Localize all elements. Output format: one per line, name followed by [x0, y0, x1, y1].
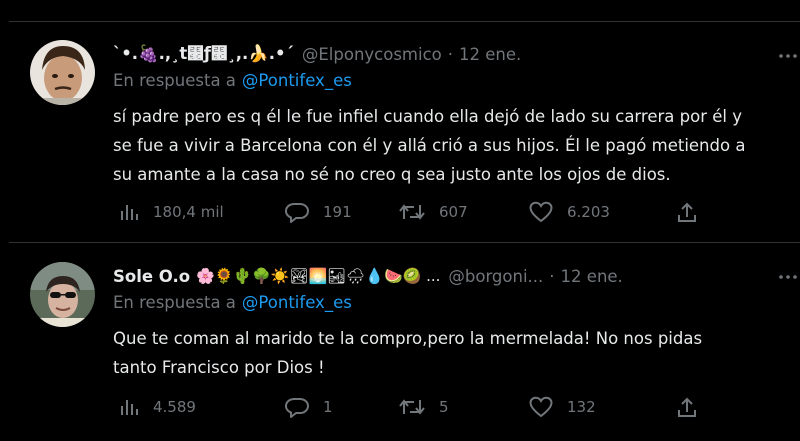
analytics-icon [121, 400, 138, 415]
tweet-date[interactable]: 12 ene. [561, 267, 623, 286]
tweet-text: sí padre pero es q él le fue infiel cuan… [113, 102, 800, 189]
retweets-count: 5 [439, 398, 449, 416]
reply-icon [285, 202, 309, 223]
views-button[interactable]: 4.589 [119, 394, 196, 420]
reply-context: En respuesta a @Pontifex_es [113, 71, 352, 90]
heart-icon [529, 396, 553, 418]
tweet[interactable]: `•.🍇.,¸t⹬ƒ⹬¸,.🍌.•´ @Elponycosmico · 12 e… [9, 22, 800, 242]
user-handle[interactable]: @Elponycosmico [302, 45, 442, 64]
avatar[interactable] [30, 40, 95, 105]
reply-context: En respuesta a @Pontifex_es [113, 293, 352, 312]
separator-dot: · [549, 266, 555, 286]
separator-dot: · [447, 44, 453, 64]
reply-button[interactable]: 191 [285, 199, 352, 225]
more-options-button[interactable] [778, 267, 798, 292]
display-name-emojis: 🌸🌻🌵🌳☀️🏞🌅🏜🌧💧🍉🥝 ... [196, 267, 441, 285]
tweet-text: Que te coman al marido te la compro,pero… [113, 324, 800, 382]
retweets-count: 607 [439, 203, 468, 221]
retweet-icon [399, 204, 425, 220]
tweet-header: Sole O.o 🌸🌻🌵🌳☀️🏞🌅🏜🌧💧🍉🥝 ... @borgoni... ·… [113, 263, 800, 289]
like-button[interactable]: 132 [529, 394, 596, 420]
retweet-icon [399, 399, 425, 415]
tweet[interactable]: Sole O.o 🌸🌻🌵🌳☀️🏞🌅🏜🌧💧🍉🥝 ... @borgoni... ·… [9, 243, 800, 441]
share-button[interactable] [677, 394, 697, 420]
tweet-actions: 4.589 1 5 132 [113, 394, 800, 420]
avatar[interactable] [30, 262, 95, 327]
reply-button[interactable]: 1 [285, 394, 333, 420]
replies-count: 1 [323, 398, 333, 416]
display-name[interactable]: Sole O.o [113, 267, 190, 286]
analytics-icon [121, 205, 138, 220]
tweet-text-line: Que te coman al marido te la compro,pero… [113, 329, 703, 348]
share-button[interactable] [677, 199, 697, 225]
tweet-header: `•.🍇.,¸t⹬ƒ⹬¸,.🍌.•´ @Elponycosmico · 12 e… [113, 41, 800, 67]
tweet-text-line: sí padre pero es q él le fue infiel cuan… [113, 107, 742, 126]
tweet-actions: 180,4 mil 191 607 6.203 [113, 199, 800, 225]
tweet-date[interactable]: 12 ene. [459, 45, 521, 64]
reply-mention-link[interactable]: @Pontifex_es [242, 71, 352, 90]
views-count: 180,4 mil [153, 203, 224, 221]
like-button[interactable]: 6.203 [529, 199, 610, 225]
share-icon [678, 397, 696, 417]
tweet-text-line: se fue a vivir a Barcelona con él y allá… [113, 136, 746, 155]
more-dots-icon [779, 54, 797, 58]
more-dots-icon [779, 275, 797, 279]
reply-mention-link[interactable]: @Pontifex_es [242, 293, 352, 312]
reply-prefix: En respuesta a [113, 71, 236, 90]
likes-count: 6.203 [567, 203, 610, 221]
reply-icon [285, 397, 309, 418]
views-button[interactable]: 180,4 mil [119, 199, 224, 225]
replies-count: 191 [323, 203, 352, 221]
share-icon [678, 202, 696, 222]
tweet-text-line: su amante a la casa no sé no creo q sea … [113, 165, 671, 184]
heart-icon [529, 201, 553, 223]
user-handle[interactable]: @borgoni... [448, 267, 543, 286]
display-name[interactable]: `•.🍇.,¸t⹬ƒ⹬¸,.🍌.•´ [113, 44, 294, 64]
tweet-text-line: tanto Francisco por Dios ! [113, 358, 325, 377]
views-count: 4.589 [153, 398, 196, 416]
reply-prefix: En respuesta a [113, 293, 236, 312]
retweet-button[interactable]: 607 [399, 199, 468, 225]
more-options-button[interactable] [778, 46, 798, 71]
retweet-button[interactable]: 5 [399, 394, 449, 420]
likes-count: 132 [567, 398, 596, 416]
